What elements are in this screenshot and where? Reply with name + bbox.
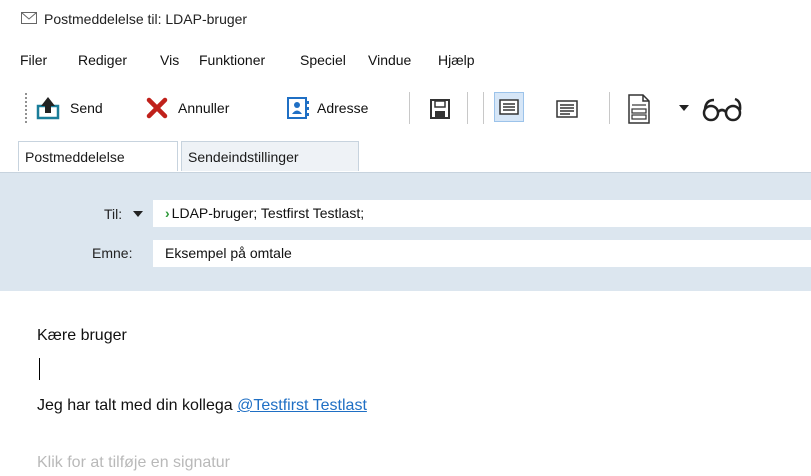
send-icon [36,97,60,120]
window-title: Postmeddelelse til: LDAP-bruger [44,11,248,27]
template-icon [628,94,650,124]
to-value: LDAP-bruger; Testfirst Testlast; [171,205,365,221]
cancel-x-icon [146,97,168,119]
menu-vindue[interactable]: Vindue [368,52,411,68]
title-bar: Postmeddelelse til: LDAP-bruger [0,0,811,40]
address-label: Adresse [317,100,369,116]
body-greeting: Kære bruger [37,327,127,344]
send-label: Send [70,100,103,116]
subject-field[interactable]: Eksempel på omtale [153,240,811,267]
body-line-text: Jeg har talt med din kollega [37,397,238,414]
send-button[interactable]: Send [36,96,103,120]
to-label: Til: [104,206,123,222]
toolbar-grip[interactable] [24,92,28,124]
menu-funktioner[interactable]: Funktioner [199,52,265,68]
spectacles-icon [702,97,742,122]
address-button[interactable]: Adresse [286,96,368,120]
plain-text-toggle[interactable] [494,92,524,122]
address-header-panel: Til: › LDAP-bruger; Testfirst Testlast; E… [0,172,811,291]
template-button[interactable] [627,93,651,125]
address-book-icon [287,97,309,119]
toolbar-separator [467,92,468,124]
save-button[interactable] [429,98,451,120]
subject-value: Eksempel på omtale [165,245,292,261]
toolbar-separator [483,92,484,124]
mention-link[interactable]: @Testfirst Testlast [237,397,367,414]
save-icon [430,99,450,119]
signature-placeholder[interactable]: Klik for at tilføje en signatur [37,454,230,472]
formatted-text-icon [556,100,578,118]
to-field[interactable]: › LDAP-bruger; Testfirst Testlast; [153,200,811,227]
cancel-label: Annuller [178,100,230,116]
menu-rediger[interactable]: Rediger [78,52,127,68]
text-caret [39,358,40,380]
envelope-icon [21,12,37,24]
toolbar-separator [409,92,410,124]
dropdown-arrow-icon [679,105,689,111]
menu-filer[interactable]: Filer [20,52,47,68]
menu-speciel[interactable]: Speciel [300,52,346,68]
body-line: Jeg har talt med din kollega @Testfirst … [37,397,367,415]
recipient-chevron-icon: › [165,205,170,221]
tab-sendeindstillinger[interactable]: Sendeindstillinger [181,141,359,171]
formatted-text-button[interactable] [555,98,579,120]
options-dropdown[interactable] [678,104,690,112]
cancel-button[interactable]: Annuller [145,96,229,120]
toolbar-separator [609,92,610,124]
to-dropdown-arrow-icon[interactable] [133,211,143,218]
tab-postmeddelelse[interactable]: Postmeddelelse [18,141,178,171]
subject-label: Emne: [92,245,133,261]
spelling-check-button[interactable] [700,97,746,123]
plain-text-icon [499,99,519,115]
menu-vis[interactable]: Vis [160,52,179,68]
menu-hjaelp[interactable]: Hjælp [438,52,475,68]
